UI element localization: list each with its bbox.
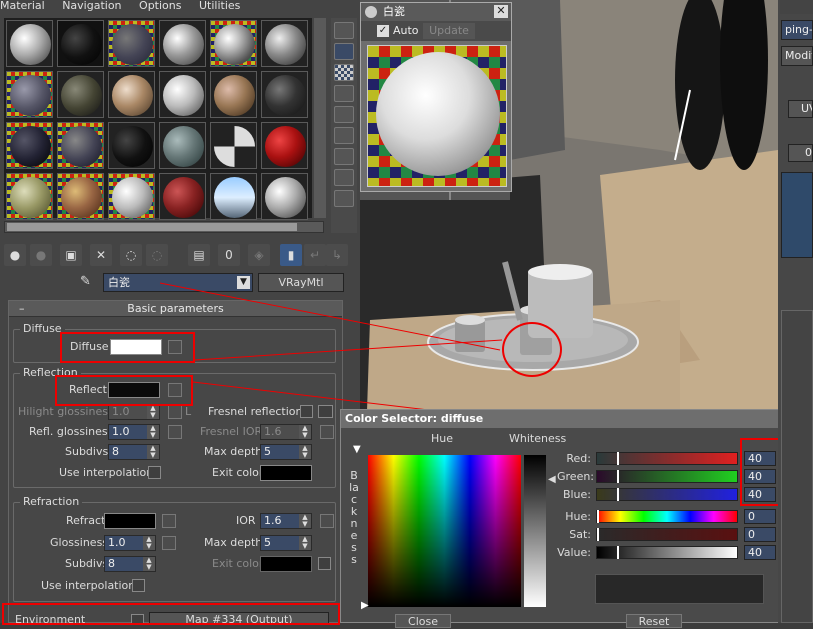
blue-label: Blue: [562, 488, 591, 501]
color-selector-titlebar[interactable]: Color Selector: diffuse ✕ [341, 410, 796, 428]
whiteness-pointer-icon[interactable]: ◀ [548, 474, 556, 485]
sat-value[interactable]: 0 [744, 527, 776, 542]
command-panel: ping-2 Modifi UV 0 [778, 0, 813, 623]
auto-checkbox[interactable]: ✓ [377, 25, 389, 37]
close-button[interactable]: Close [395, 614, 451, 628]
whiteness-slider[interactable] [524, 455, 546, 607]
sat-label: Sat: [569, 528, 591, 541]
preview-window-icon [365, 6, 377, 18]
color-preview-swatch [595, 574, 764, 604]
hue-pointer-icon[interactable]: ▼ [353, 444, 361, 455]
hue-value[interactable]: 0 [744, 509, 776, 524]
modifier-parameters [781, 310, 813, 623]
green-slider[interactable] [596, 470, 738, 483]
color-selector-title: Color Selector: diffuse [345, 412, 484, 425]
modifier-list-dropdown[interactable]: Modifi [781, 46, 813, 66]
red-label: Red: [566, 452, 591, 465]
command-panel-tabs[interactable] [780, 0, 813, 14]
blackness-label: Blackness [349, 469, 359, 566]
blue-slider[interactable] [596, 488, 738, 501]
sat-slider[interactable] [596, 528, 738, 541]
value-slider[interactable] [596, 546, 738, 559]
green-slider-handle[interactable] [617, 470, 619, 483]
color-selector-dialog: Color Selector: diffuse ✕ Hue Whiteness … [340, 409, 797, 628]
material-preview-window: 白瓷 ✕ ✓ Auto Update [360, 2, 512, 192]
preview-titlebar[interactable]: 白瓷 ✕ [361, 3, 511, 21]
update-button[interactable]: Update [423, 23, 475, 39]
uv-button[interactable]: UV [788, 100, 813, 118]
hue-label: Hue [431, 432, 454, 445]
value-slider-handle[interactable] [617, 546, 619, 559]
red-slider-handle[interactable] [617, 452, 619, 465]
object-name-field[interactable]: ping-2 [781, 20, 813, 40]
hue-slider[interactable] [596, 510, 738, 523]
sat-slider-handle[interactable] [597, 528, 599, 541]
preview-title: 白瓷 [383, 5, 405, 18]
modifier-value[interactable]: 0 [788, 144, 813, 162]
hue-blackness-picker[interactable] [368, 455, 521, 607]
modifier-stack[interactable] [781, 172, 813, 258]
preview-sphere [376, 52, 500, 176]
value-value[interactable]: 40 [744, 545, 776, 560]
preview-toolbar: ✓ Auto Update [361, 21, 511, 41]
green-label: Green: [557, 470, 595, 483]
value-label: Value: [557, 546, 591, 559]
reset-button[interactable]: Reset [626, 614, 682, 628]
preview-render [367, 45, 507, 187]
hue-channel-label: Hue: [565, 510, 591, 523]
blackness-pointer-icon[interactable]: ▶ [361, 600, 369, 611]
blue-slider-handle[interactable] [617, 488, 619, 501]
red-slider[interactable] [596, 452, 738, 465]
whiteness-label: Whiteness [509, 432, 567, 445]
close-icon[interactable]: ✕ [494, 5, 508, 18]
hue-slider-handle[interactable] [597, 510, 599, 523]
auto-label: Auto [393, 24, 419, 37]
